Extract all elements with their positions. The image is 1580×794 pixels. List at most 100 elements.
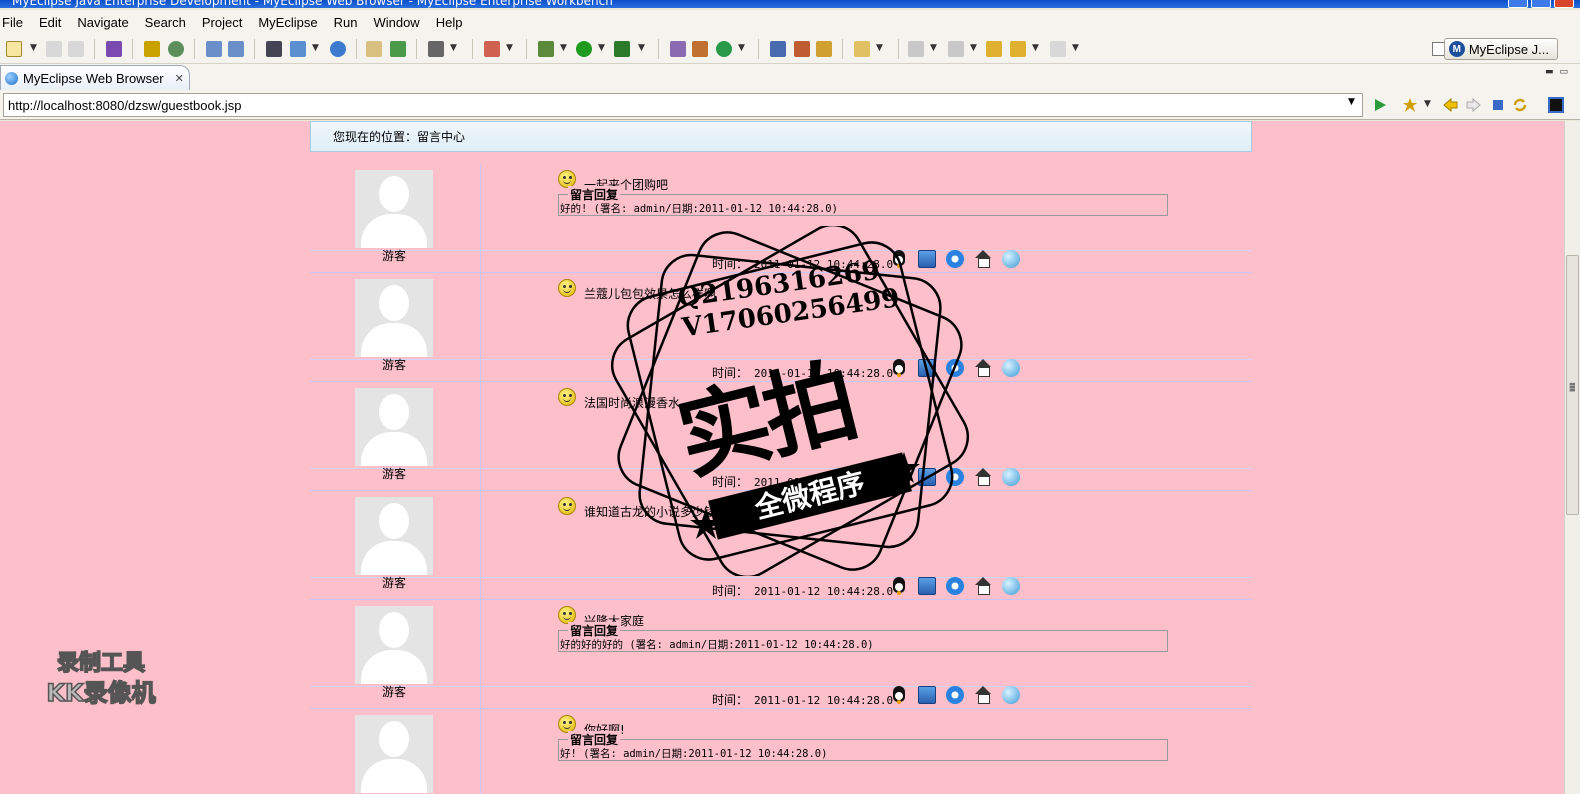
chat-icon[interactable] (1002, 577, 1020, 595)
menu-myeclipse[interactable]: MyEclipse (250, 15, 325, 30)
open-type-dropdown-icon[interactable]: ▼ (312, 43, 319, 53)
home-icon[interactable] (974, 250, 992, 268)
url-input[interactable]: http://localhost:8080/dzsw/guestbook.jsp (3, 93, 1363, 117)
print-icon[interactable] (68, 41, 84, 57)
address-bar: http://localhost:8080/dzsw/guestbook.jsp… (0, 90, 1580, 120)
rocket-icon[interactable] (794, 41, 810, 57)
tools-icon[interactable] (484, 41, 500, 57)
camera-dropdown-icon[interactable]: ▼ (450, 43, 457, 53)
new-package-icon[interactable] (692, 41, 708, 57)
db-icon[interactable] (266, 41, 282, 57)
network-icon[interactable] (918, 577, 936, 595)
reload-icon[interactable] (1512, 97, 1528, 113)
back-dropdown-icon[interactable]: ▼ (1032, 43, 1039, 53)
maximize-button[interactable] (1531, 0, 1551, 8)
qq-icon[interactable] (890, 468, 908, 486)
last-edit-icon[interactable] (986, 41, 1002, 57)
menu-navigate[interactable]: Navigate (69, 15, 136, 30)
folder-icon[interactable] (366, 41, 382, 57)
menu-edit[interactable]: Edit (31, 15, 69, 30)
back-icon[interactable] (1010, 41, 1026, 57)
forward-icon[interactable] (1050, 41, 1066, 57)
new-project-dropdown-icon[interactable]: ▼ (738, 43, 745, 53)
ie-icon[interactable] (946, 468, 964, 486)
run-dropdown-icon[interactable]: ▼ (598, 43, 605, 53)
new-wizard-icon[interactable] (6, 41, 22, 57)
debug-dropdown-icon[interactable]: ▼ (560, 43, 567, 53)
browser-forward-icon[interactable] (1466, 97, 1482, 113)
next-annotation-icon[interactable] (908, 41, 924, 57)
stop-icon[interactable] (1490, 97, 1506, 113)
home-icon[interactable] (974, 686, 992, 704)
menu-window[interactable]: Window (365, 15, 427, 30)
network-icon[interactable] (918, 686, 936, 704)
vertical-scrollbar[interactable]: ▬ ▬ ▬ (1564, 121, 1580, 794)
ie-icon[interactable] (946, 359, 964, 377)
close-tab-icon[interactable]: ✕ (175, 72, 184, 85)
new-dropdown-icon[interactable]: ▼ (30, 43, 37, 53)
breadcrumb: 您现在的位置：留言中心 (310, 121, 1252, 152)
home-icon[interactable] (974, 359, 992, 377)
xml-icon[interactable] (228, 41, 244, 57)
new-class-icon[interactable] (670, 41, 686, 57)
menu-search[interactable]: Search (137, 15, 194, 30)
run-icon[interactable] (576, 41, 592, 57)
refresh-icon[interactable] (390, 41, 406, 57)
qq-icon[interactable] (890, 577, 908, 595)
network-icon[interactable] (918, 359, 936, 377)
chat-icon[interactable] (1002, 359, 1020, 377)
maximize-view-icon[interactable]: ▭ (1559, 67, 1574, 77)
open-folder-dropdown-icon[interactable]: ▼ (876, 43, 883, 53)
qq-icon[interactable] (890, 686, 908, 704)
home-icon[interactable] (974, 468, 992, 486)
menu-project[interactable]: Project (194, 15, 250, 30)
chat-icon[interactable] (1002, 250, 1020, 268)
ie-icon[interactable] (946, 577, 964, 595)
favorites-dropdown-icon[interactable]: ▼ (1424, 99, 1431, 109)
tab-web-browser[interactable]: MyEclipse Web Browser ✕ (0, 65, 190, 90)
open-folder-icon[interactable] (854, 41, 870, 57)
menu-file[interactable]: File (0, 15, 31, 30)
qq-icon[interactable] (890, 359, 908, 377)
save-icon[interactable] (46, 41, 62, 57)
globe-icon (5, 71, 18, 85)
menu-run[interactable]: Run (326, 15, 366, 30)
external-tools-dropdown-icon[interactable]: ▼ (638, 43, 645, 53)
prev-annotation-icon[interactable] (948, 41, 964, 57)
favorites-icon[interactable] (1402, 97, 1418, 113)
forward-dropdown-icon[interactable]: ▼ (1072, 43, 1079, 53)
open-type-icon[interactable] (290, 41, 306, 57)
ie-icon[interactable] (946, 686, 964, 704)
new-project-icon[interactable] (716, 41, 732, 57)
network-icon[interactable] (918, 250, 936, 268)
jsp-icon[interactable] (206, 41, 222, 57)
search-folder-icon[interactable] (816, 41, 832, 57)
url-dropdown-icon[interactable]: ▼ (1348, 97, 1355, 107)
close-button[interactable] (1554, 0, 1574, 8)
external-tools-icon[interactable] (614, 41, 630, 57)
web-icon[interactable] (330, 41, 346, 57)
go-icon[interactable] (1372, 97, 1388, 113)
menu-help[interactable]: Help (428, 15, 471, 30)
open-task-icon[interactable] (770, 41, 786, 57)
camera-icon[interactable] (428, 41, 444, 57)
debug-icon[interactable] (538, 41, 554, 57)
time-value: 2011-01-12 10:44:28.0 (754, 476, 894, 489)
options-icon[interactable] (1548, 97, 1564, 113)
browser-icon[interactable] (168, 41, 184, 57)
deploy-icon[interactable] (106, 41, 122, 57)
browser-back-icon[interactable] (1442, 97, 1458, 113)
tools-dropdown-icon[interactable]: ▼ (506, 43, 513, 53)
qq-icon[interactable] (890, 250, 908, 268)
network-icon[interactable] (918, 468, 936, 486)
chat-icon[interactable] (1002, 686, 1020, 704)
minimize-button[interactable] (1508, 0, 1528, 8)
home-icon[interactable] (974, 577, 992, 595)
prev-annotation-dropdown-icon[interactable]: ▼ (970, 43, 977, 53)
chat-icon[interactable] (1002, 468, 1020, 486)
next-annotation-dropdown-icon[interactable]: ▼ (930, 43, 937, 53)
minimize-view-icon[interactable]: ▬ (1545, 67, 1560, 77)
server-icon[interactable] (144, 41, 160, 57)
ie-icon[interactable] (946, 250, 964, 268)
perspective-button[interactable]: M MyEclipse J... (1443, 38, 1558, 60)
